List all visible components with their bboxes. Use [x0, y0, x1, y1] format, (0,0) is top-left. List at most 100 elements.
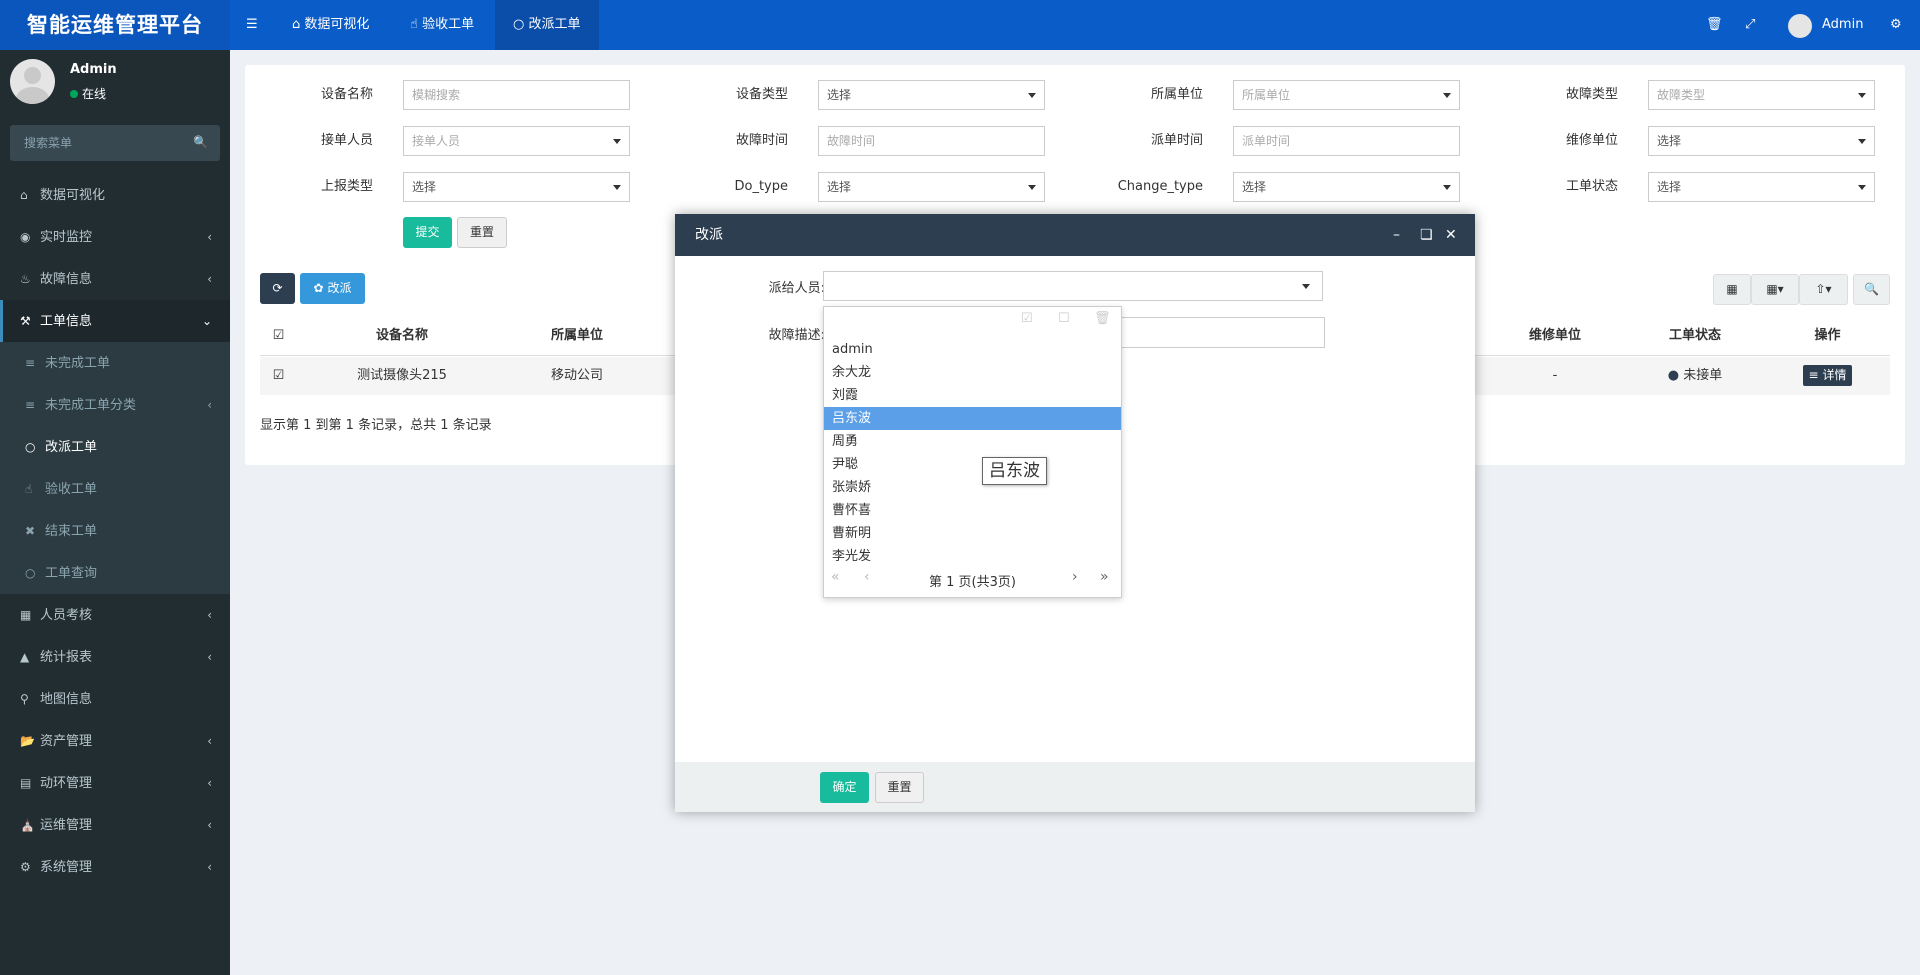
- search-toggle-button[interactable]: 🔍: [1853, 274, 1890, 305]
- header-avatar[interactable]: [1788, 14, 1812, 38]
- dropdown-option[interactable]: 李光发: [824, 545, 1121, 568]
- col-header-status[interactable]: 工单状态: [1625, 316, 1765, 356]
- status-text: 未接单: [1683, 368, 1723, 383]
- sidebar-item-operations[interactable]: ⛪ 运维管理 ‹: [0, 804, 230, 846]
- dropdown-option[interactable]: admin: [824, 338, 1121, 361]
- sidebar-item-statistics[interactable]: ▲ 统计报表 ‹: [0, 636, 230, 678]
- toggle-view-button[interactable]: ▦: [1713, 274, 1751, 305]
- server-icon: ▤: [20, 776, 32, 790]
- sidebar-subitem-reassign[interactable]: ○ 改派工单: [0, 426, 230, 468]
- unit-select[interactable]: 所属单位: [1233, 80, 1460, 110]
- modal-reset-button[interactable]: 重置: [875, 772, 924, 803]
- sidebar-item-assets[interactable]: 📂 资产管理 ‹: [0, 720, 230, 762]
- change-type-select[interactable]: 选择: [1233, 172, 1460, 202]
- refresh-button[interactable]: ⟳: [260, 273, 295, 304]
- chevron-left-icon: ‹: [207, 818, 212, 832]
- search-icon[interactable]: 🔍: [193, 135, 208, 149]
- reset-button[interactable]: 重置: [457, 217, 507, 248]
- submit-button[interactable]: 提交: [403, 217, 452, 248]
- cell-device: 测试摄像头215: [297, 357, 507, 395]
- device-name-input[interactable]: 模糊搜索: [403, 80, 630, 110]
- col-header-action: 操作: [1765, 316, 1890, 356]
- sidebar-item-fault-info[interactable]: ♨ 故障信息 ‹: [0, 258, 230, 300]
- fault-time-input[interactable]: 故障时间: [818, 126, 1045, 156]
- description-input[interactable]: [1115, 317, 1325, 348]
- sidebar-item-realtime-monitor[interactable]: ◉ 实时监控 ‹: [0, 216, 230, 258]
- sidebar-item-map[interactable]: ⚲ 地图信息: [0, 678, 230, 720]
- sidebar-item-label: 资产管理: [40, 734, 93, 749]
- sidebar-item-environment[interactable]: ▤ 动环管理 ‹: [0, 762, 230, 804]
- col-header-unit[interactable]: 所属单位: [507, 316, 647, 356]
- sidebar-item-work-order[interactable]: ⚒ 工单信息 ⌄: [0, 300, 230, 342]
- sidebar-subitem-query[interactable]: ○ 工单查询: [0, 552, 230, 594]
- sidebar-item-label: 数据可视化: [40, 188, 106, 203]
- assignee-select[interactable]: [823, 271, 1323, 301]
- app-title: 智能运维管理平台: [0, 0, 230, 50]
- sidebar-subitem-unfinished[interactable]: ≡ 未完成工单: [0, 342, 230, 384]
- do-type-select[interactable]: 选择: [818, 172, 1045, 202]
- export-button[interactable]: ⇧▾: [1799, 274, 1848, 305]
- sidebar-item-label: 统计报表: [40, 650, 93, 665]
- sidebar-item-staff-assessment[interactable]: ▦ 人员考核 ‹: [0, 594, 230, 636]
- dropdown-option[interactable]: 尹聪: [824, 453, 1121, 476]
- area-chart-icon: ▲: [20, 650, 30, 664]
- row-checkbox[interactable]: ☑: [260, 357, 297, 395]
- col-header-device[interactable]: 设备名称: [297, 316, 507, 356]
- select-all-checkbox[interactable]: ☑: [260, 316, 297, 356]
- detail-button[interactable]: ≡ 详情: [1802, 365, 1853, 386]
- report-type-select[interactable]: 选择: [403, 172, 630, 202]
- maximize-icon[interactable]: ❏: [1420, 214, 1433, 256]
- filter-label-device-name: 设备名称: [320, 87, 373, 102]
- sidebar-search-input[interactable]: [10, 125, 190, 161]
- dispatch-time-input[interactable]: 派单时间: [1233, 126, 1460, 156]
- sidebar-item-data-visualization[interactable]: ⌂ 数据可视化: [0, 174, 230, 216]
- tab-data-visualization[interactable]: ⌂ 数据可视化: [274, 0, 387, 50]
- online-status: 在线: [70, 85, 106, 102]
- minimize-icon[interactable]: –: [1393, 214, 1400, 256]
- sidebar-item-system[interactable]: ⚙ 系统管理 ‹: [0, 846, 230, 888]
- export-icon: ⇧▾: [1815, 282, 1832, 296]
- dropdown-option[interactable]: 刘霞: [824, 384, 1121, 407]
- close-icon[interactable]: ✕: [1445, 214, 1457, 256]
- sidebar-subitem-unfinished-category[interactable]: ≡ 未完成工单分类 ‹: [0, 384, 230, 426]
- clear-trash-icon[interactable]: 🗑: [1094, 311, 1111, 326]
- leaf-icon: ✿: [313, 281, 324, 295]
- sidebar-subitem-acceptance[interactable]: ☝ 验收工单: [0, 468, 230, 510]
- select-all-icon[interactable]: ☑: [1021, 311, 1033, 326]
- dropdown-option[interactable]: 曹新明: [824, 522, 1121, 545]
- confirm-button[interactable]: 确定: [820, 772, 869, 803]
- dropdown-option[interactable]: 曹怀喜: [824, 499, 1121, 522]
- dropdown-option-selected[interactable]: 吕东波: [824, 407, 1121, 430]
- sidebar-item-label: 未完成工单: [45, 356, 111, 371]
- order-status-select[interactable]: 选择: [1648, 172, 1875, 202]
- caret-down-icon: [613, 185, 621, 190]
- folder-open-icon: 📂: [20, 734, 35, 748]
- sidebar-item-label: 工单查询: [45, 566, 98, 581]
- dropdown-option[interactable]: 余大龙: [824, 361, 1121, 384]
- sidebar: Admin 在线 🔍 ⌂ 数据可视化 ◉ 实时监控 ‹ ♨ 故障信息 ‹ ⚒ 工单信息 ⌄ ≡…: [0, 50, 230, 975]
- chevron-left-icon: ‹: [207, 776, 212, 790]
- settings-gears-icon[interactable]: ⚙: [1890, 0, 1902, 50]
- table-icon: ▦: [20, 608, 32, 622]
- pagination-info: 显示第 1 到第 1 条记录，总共 1 条记录: [260, 418, 492, 433]
- columns-button[interactable]: ▦▾: [1751, 274, 1799, 305]
- reassign-button[interactable]: ✿ 改派: [300, 273, 365, 304]
- caret-down-icon: [1858, 93, 1866, 98]
- deselect-icon[interactable]: ☐: [1058, 311, 1070, 326]
- fault-type-select[interactable]: 故障类型: [1648, 80, 1875, 110]
- device-type-select[interactable]: 选择: [818, 80, 1045, 110]
- menu-toggle-icon[interactable]: ☰: [246, 0, 258, 50]
- next-page-icon[interactable]: ›: [1072, 569, 1078, 585]
- header-username[interactable]: Admin: [1822, 0, 1863, 50]
- dropdown-option[interactable]: 周勇: [824, 430, 1121, 453]
- fullscreen-icon[interactable]: ⤢: [1745, 0, 1755, 50]
- tab-acceptance-order[interactable]: ☝ 验收工单: [392, 0, 492, 50]
- sidebar-subitem-closed[interactable]: ✖ 结束工单: [0, 510, 230, 552]
- dropdown-option[interactable]: 张崇娇: [824, 476, 1121, 499]
- trash-icon[interactable]: 🗑: [1706, 0, 1723, 50]
- tab-reassign-order[interactable]: ○ 改派工单: [495, 0, 599, 50]
- col-header-repair-unit[interactable]: 维修单位: [1485, 316, 1625, 356]
- last-page-icon[interactable]: »: [1100, 569, 1109, 585]
- receiver-select[interactable]: 接单人员: [403, 126, 630, 156]
- repair-unit-select[interactable]: 选择: [1648, 126, 1875, 156]
